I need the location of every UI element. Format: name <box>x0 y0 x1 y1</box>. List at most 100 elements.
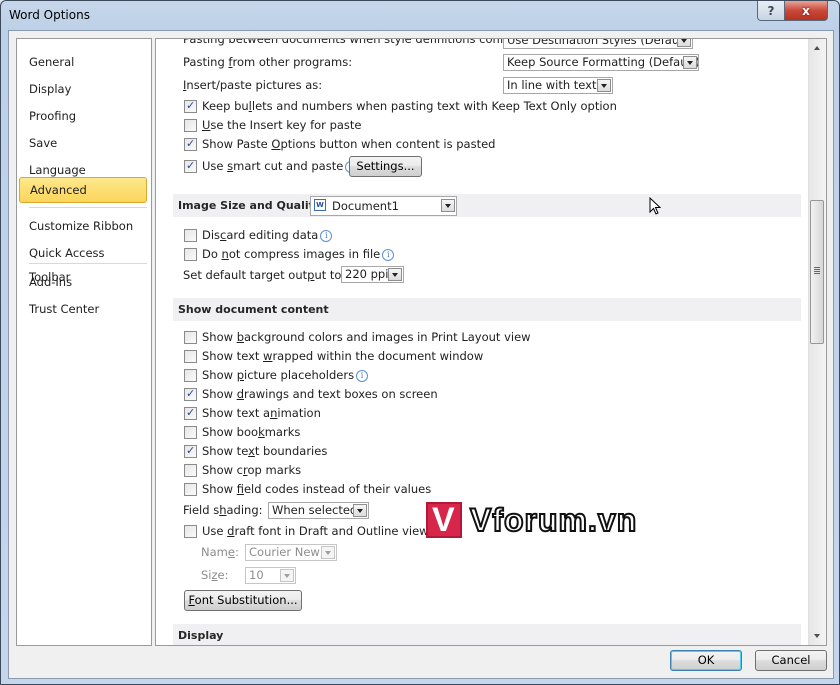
no-compress-images-checkbox[interactable] <box>184 248 197 261</box>
sidebar-item-customize-ribbon[interactable]: Customize Ribbon <box>19 214 147 238</box>
no-compress-images-label: Do not compress images in file i <box>202 245 395 263</box>
chevron-down-icon <box>597 79 611 92</box>
draft-font-name-value: Courier New <box>249 545 320 559</box>
window-title: Word Options <box>9 8 90 22</box>
draft-font-size-select[interactable]: 10 <box>245 567 296 584</box>
show-crop-marks-label: Show crop marks <box>202 463 302 477</box>
show-content-section-title: Show document content <box>178 303 329 316</box>
show-text-boundaries-checkbox[interactable] <box>184 442 197 460</box>
field-shading-select[interactable]: When selected <box>268 502 369 519</box>
paste-options-button-checkbox[interactable] <box>184 135 197 153</box>
watermark-text: Vforum.vn <box>469 501 638 539</box>
title-bar: Word Options ? x <box>1 1 839 29</box>
insert-key-paste-checkbox[interactable] <box>184 119 197 132</box>
discard-editing-data-label: Discard editing data i <box>202 226 333 244</box>
smart-cut-paste-label: Use smart cut and pastei <box>202 157 358 175</box>
word-options-dialog: Word Options ? x General Display Proofin… <box>0 0 840 685</box>
paste-between-docs-value: Use Destination Styles (Default) <box>507 38 692 47</box>
sidebar-item-add-ins[interactable]: Add-Ins <box>19 270 147 294</box>
image-size-document-value: Document1 <box>332 199 399 213</box>
chevron-down-icon <box>677 39 691 47</box>
show-field-codes-label: Show field codes instead of their values <box>202 482 432 496</box>
chevron-down-icon <box>441 199 455 212</box>
chevron-down-icon <box>683 56 697 69</box>
chevron-down-icon <box>280 569 294 582</box>
insert-key-paste-label: Use the Insert key for paste <box>202 118 362 132</box>
sidebar-item-quick-access-toolbar[interactable]: Quick Access Toolbar <box>19 241 147 284</box>
word-document-icon: W <box>314 199 326 211</box>
show-text-boundaries-label: Show text boundaries <box>202 444 328 458</box>
paste-pictures-select[interactable]: In line with text <box>503 77 613 94</box>
show-picture-placeholders-label: Show picture placeholders i <box>202 366 369 384</box>
settings-button[interactable]: Settings... <box>349 156 422 177</box>
draft-font-size-label: Size: <box>201 568 229 582</box>
sidebar-divider <box>29 207 147 208</box>
show-drawings-label: Show drawings and text boxes on screen <box>202 387 438 401</box>
vertical-scrollbar[interactable] <box>808 39 826 645</box>
show-bookmarks-label: Show bookmarks <box>202 425 301 439</box>
close-icon: x <box>802 3 810 18</box>
discard-editing-data-checkbox[interactable] <box>184 229 197 242</box>
info-icon: i <box>356 370 369 382</box>
ok-button[interactable]: OK <box>670 650 742 671</box>
draft-font-label: Use draft font in Draft and Outline view… <box>202 524 435 538</box>
show-background-checkbox[interactable] <box>184 331 197 344</box>
show-bookmarks-checkbox[interactable] <box>184 426 197 439</box>
chevron-down-icon <box>353 504 367 517</box>
draft-font-name-select[interactable]: Courier New <box>245 544 337 561</box>
close-button[interactable]: x <box>784 1 828 21</box>
vforum-watermark: Vforum.vn <box>426 500 637 540</box>
sidebar-item-trust-center[interactable]: Trust Center <box>19 297 147 321</box>
target-output-select[interactable]: 220 ppi <box>341 266 404 283</box>
show-text-animation-checkbox[interactable] <box>184 404 197 422</box>
sidebar-divider <box>29 263 147 264</box>
chevron-down-icon <box>321 546 335 559</box>
paste-between-docs-label: Pasting between documents when style def… <box>183 38 525 46</box>
sidebar-item-general[interactable]: General <box>19 50 147 74</box>
dialog-body: General Display Proofing Save Language A… <box>8 30 834 679</box>
show-content-section-header: Show document content <box>173 298 801 321</box>
grip-icon <box>814 267 820 274</box>
vforum-logo-icon <box>426 501 462 540</box>
scrollbar-thumb[interactable] <box>810 200 824 344</box>
show-text-wrapped-label: Show text wrapped within the document wi… <box>202 349 484 363</box>
sidebar-item-save[interactable]: Save <box>19 131 147 155</box>
show-field-codes-checkbox[interactable] <box>184 483 197 496</box>
font-substitution-button[interactable]: Font Substitution... <box>184 590 302 611</box>
help-button[interactable]: ? <box>757 1 785 21</box>
keep-bullets-checkbox[interactable] <box>184 97 197 115</box>
image-size-document-select[interactable]: W Document1 <box>310 196 457 216</box>
paste-pictures-label: Insert/paste pictures as: <box>183 78 323 92</box>
draft-font-name-label: Name: <box>201 545 239 559</box>
field-shading-label: Field shading: <box>183 503 263 517</box>
info-icon: i <box>382 249 395 261</box>
smart-cut-paste-checkbox[interactable] <box>184 157 197 175</box>
sidebar-item-proofing[interactable]: Proofing <box>19 104 147 128</box>
sidebar-item-advanced[interactable]: Advanced <box>19 177 147 203</box>
chevron-down-icon <box>388 268 402 281</box>
help-icon: ? <box>767 3 775 18</box>
target-output-value: 220 ppi <box>345 267 389 281</box>
paste-between-docs-select[interactable]: Use Destination Styles (Default) <box>503 38 693 49</box>
show-text-wrapped-checkbox[interactable] <box>184 350 197 363</box>
cancel-button[interactable]: Cancel <box>755 650 827 671</box>
paste-other-programs-select[interactable]: Keep Source Formatting (Default) <box>503 54 699 71</box>
sidebar-item-display[interactable]: Display <box>19 77 147 101</box>
show-crop-marks-checkbox[interactable] <box>184 464 197 477</box>
paste-other-programs-value: Keep Source Formatting (Default) <box>507 55 699 69</box>
draft-font-size-value: 10 <box>249 568 264 582</box>
show-drawings-checkbox[interactable] <box>184 385 197 403</box>
display-section-header: Display <box>173 624 801 645</box>
paste-other-programs-label: Pasting from other programs: <box>183 55 353 69</box>
info-icon: i <box>320 230 333 242</box>
image-size-section-title: Image Size and Quality <box>178 199 322 212</box>
scroll-up-arrow-icon[interactable] <box>809 39 826 56</box>
keep-bullets-label: Keep bullets and numbers when pasting te… <box>202 99 617 113</box>
image-size-section-header: Image Size and Quality <box>173 194 801 217</box>
draft-font-checkbox[interactable] <box>184 525 197 538</box>
show-picture-placeholders-checkbox[interactable] <box>184 369 197 382</box>
show-background-label: Show background colors and images in Pri… <box>202 330 531 344</box>
target-output-label: Set default target output to: <box>183 268 346 282</box>
scroll-down-arrow-icon[interactable] <box>809 628 826 645</box>
advanced-options-panel: Pasting between documents when style def… <box>155 38 827 646</box>
